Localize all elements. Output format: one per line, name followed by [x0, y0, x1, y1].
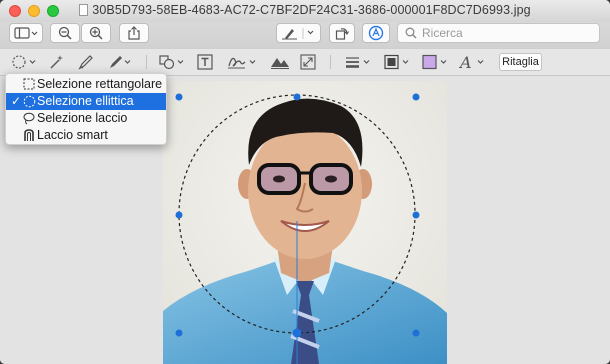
ellipse-selection-icon — [23, 95, 36, 108]
fill-color-icon — [422, 54, 447, 70]
sign-button[interactable] — [227, 52, 259, 72]
smart-lasso-icon — [24, 129, 34, 141]
markup-toolbar: A Ritaglia — [0, 48, 610, 76]
signature-icon — [228, 57, 256, 69]
selection-tool-menu: Selezione rettangolare ✓ Selezione ellit… — [5, 73, 167, 145]
markup-circle-icon — [368, 25, 384, 41]
zoom-in-icon — [89, 26, 103, 40]
sketch-pen-icon — [78, 55, 93, 70]
menu-item-label: Laccio smart — [37, 128, 108, 142]
adjust-color-button[interactable] — [270, 52, 290, 72]
search-icon — [405, 27, 417, 39]
share-button[interactable] — [119, 23, 149, 43]
markup-toolbar-toggle[interactable] — [362, 23, 390, 43]
svg-text:A: A — [459, 54, 472, 70]
toolbar-divider — [146, 55, 147, 69]
line-style-icon — [346, 57, 370, 68]
draw-button[interactable] — [108, 52, 132, 72]
rotate-icon — [335, 28, 349, 40]
menu-item-label: Selezione rettangolare — [37, 77, 163, 91]
magic-wand-icon — [50, 55, 63, 69]
menu-item-lasso-selection[interactable]: Selezione laccio — [6, 110, 166, 127]
zoom-out-icon — [58, 26, 72, 40]
sketch-button[interactable] — [78, 52, 94, 72]
toolbar-divider — [330, 55, 331, 69]
text-style-button[interactable]: A — [459, 52, 487, 72]
menu-item-rect-selection[interactable]: Selezione rettangolare — [6, 76, 166, 93]
text-box-icon — [197, 54, 213, 70]
sidebar-view-button[interactable] — [9, 23, 43, 43]
instant-alpha-button[interactable] — [48, 52, 64, 72]
shapes-icon — [159, 55, 184, 70]
adjust-color-icon — [271, 58, 289, 69]
draw-pen-icon — [110, 56, 131, 68]
ellipse-selection-icon — [12, 55, 36, 69]
menu-item-smart-lasso[interactable]: Laccio smart — [6, 127, 166, 144]
fill-color-button[interactable] — [422, 52, 450, 72]
text-style-icon: A — [459, 54, 484, 70]
markup-pen-button[interactable] — [276, 23, 321, 43]
checkmark-icon: ✓ — [11, 94, 22, 108]
window-title-text: 30B5D793-58EB-4683-AC72-C7BF2DF24C31-368… — [92, 3, 531, 17]
resize-icon — [300, 54, 316, 70]
share-icon — [128, 26, 140, 40]
rect-selection-icon — [23, 78, 35, 90]
zoom-in-button[interactable] — [81, 23, 111, 43]
menu-item-ellipse-selection[interactable]: ✓ Selezione ellittica — [6, 93, 166, 110]
portrait-photo — [163, 81, 447, 364]
portrait-illustration — [163, 81, 447, 364]
window-title: 30B5D793-58EB-4683-AC72-C7BF2DF24C31-368… — [0, 3, 610, 17]
search-placeholder: Ricerca — [422, 26, 463, 40]
shape-style-button[interactable] — [345, 52, 373, 72]
zoom-out-button[interactable] — [50, 23, 80, 43]
adjust-size-button[interactable] — [300, 52, 316, 72]
menu-item-label: Selezione laccio — [37, 111, 128, 125]
title-bar: 30B5D793-58EB-4683-AC72-C7BF2DF24C31-368… — [0, 0, 610, 22]
preview-window: 30B5D793-58EB-4683-AC72-C7BF2DF24C31-368… — [0, 0, 610, 364]
border-color-icon — [384, 54, 409, 70]
text-button[interactable] — [197, 52, 213, 72]
shapes-button[interactable] — [159, 52, 187, 72]
selection-tool-button[interactable] — [11, 52, 39, 72]
main-toolbar: Ricerca — [0, 22, 610, 48]
document-icon — [79, 4, 89, 16]
crop-button[interactable]: Ritaglia — [499, 53, 542, 71]
rotate-button[interactable] — [329, 23, 355, 43]
search-field[interactable]: Ricerca — [397, 23, 600, 43]
menu-item-label: Selezione ellittica — [37, 94, 134, 108]
lasso-icon — [23, 112, 35, 125]
sidebar-icon — [14, 27, 38, 39]
border-color-button[interactable] — [384, 52, 412, 72]
pen-icon — [281, 28, 313, 40]
